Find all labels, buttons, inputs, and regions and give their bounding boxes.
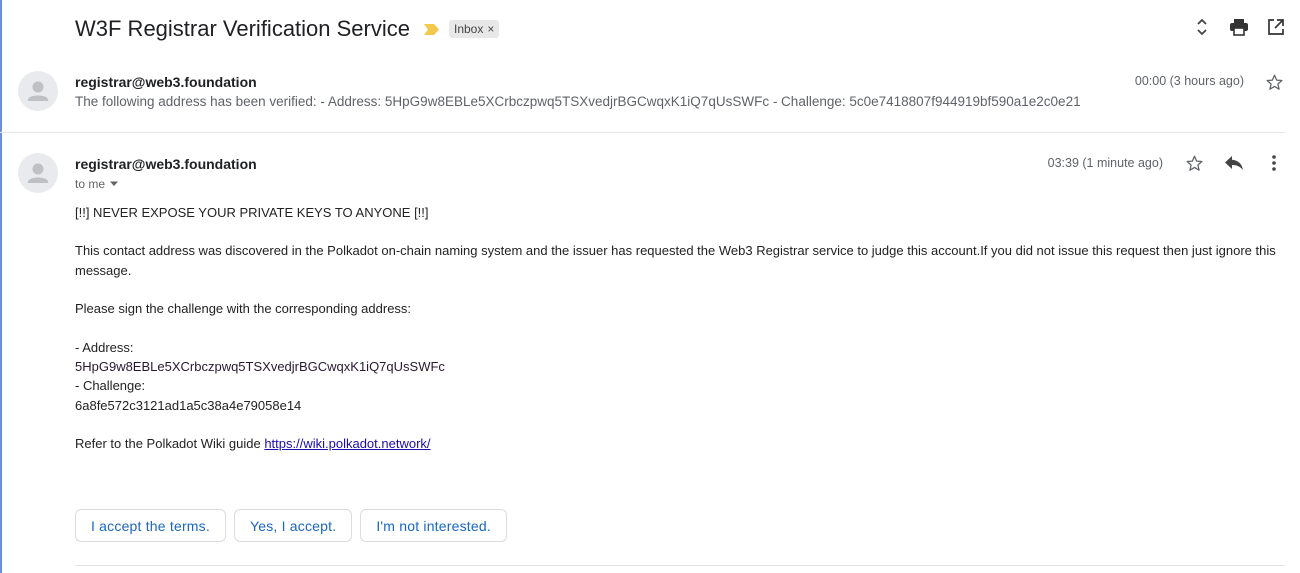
reply-icon[interactable] [1224, 153, 1244, 173]
wiki-reference: Refer to the Polkadot Wiki guide https:/… [75, 434, 1280, 453]
address-value: 5HpG9w8EBLe5XCrbczpwq5TSXvedjrBGCwqxK1iQ… [75, 359, 445, 375]
sign-instruction: Please sign the challenge with the corre… [75, 301, 412, 317]
sender-avatar [18, 71, 58, 111]
open-in-new-window-icon[interactable] [1266, 17, 1286, 37]
smart-reply-not-interested[interactable]: I'm not interested. [360, 509, 507, 542]
smart-reply-accept-terms[interactable]: I accept the terms. [75, 509, 226, 542]
challenge-label: - Challenge: [75, 378, 146, 394]
recipient-details-toggle[interactable]: to me [75, 177, 119, 191]
person-icon [28, 81, 48, 101]
intro-paragraph: This contact address was discovered in t… [75, 243, 1276, 278]
chevron-down-icon [110, 181, 119, 186]
sender-avatar [18, 153, 58, 193]
print-icon[interactable] [1229, 17, 1249, 37]
collapsed-message[interactable]: registrar@web3.foundation The following … [0, 62, 1300, 132]
inbox-label-chip: Inbox × [449, 20, 500, 38]
address-label: - Address: [75, 339, 134, 355]
importance-marker-icon[interactable] [424, 23, 439, 35]
challenge-value: 6a8fe572c3121ad1a5c38a4e79058e14 [75, 397, 302, 413]
message-actions [1184, 153, 1284, 173]
wiki-reference-text: Refer to the Polkadot Wiki guide [75, 436, 265, 452]
smart-replies: I accept the terms. Yes, I accept. I'm n… [75, 509, 507, 542]
person-icon [28, 163, 48, 183]
message-divider [0, 132, 1285, 133]
message-body: [!!] NEVER EXPOSE YOUR PRIVATE KEYS TO A… [75, 203, 1280, 454]
message-snippet: The following address has been verified:… [75, 94, 1081, 109]
bottom-divider [75, 565, 1285, 566]
star-icon[interactable] [1184, 153, 1204, 173]
email-subject: W3F Registrar Verification Service [75, 16, 410, 41]
label-chip-text: Inbox [454, 22, 484, 36]
sender-address: registrar@web3.foundation [75, 74, 257, 90]
more-vertical-icon[interactable] [1264, 153, 1284, 173]
smart-reply-yes-accept[interactable]: Yes, I accept. [233, 509, 353, 542]
star-icon[interactable] [1264, 72, 1284, 92]
wiki-link[interactable]: https://wiki.polkadot.network/ [264, 436, 430, 451]
expand-collapse-icon[interactable] [1192, 17, 1212, 37]
thread-toolbar [1192, 17, 1286, 37]
remove-label-icon[interactable]: × [487, 22, 494, 36]
subject-header: W3F Registrar Verification Service Inbox… [75, 14, 500, 44]
message-timestamp: 03:39 (1 minute ago) [1047, 156, 1163, 170]
message-timestamp: 00:00 (3 hours ago) [1134, 74, 1244, 88]
warning-line: [!!] NEVER EXPOSE YOUR PRIVATE KEYS TO A… [75, 205, 429, 220]
recipient-text: to me [75, 177, 106, 191]
sender-address: registrar@web3.foundation [75, 156, 257, 172]
